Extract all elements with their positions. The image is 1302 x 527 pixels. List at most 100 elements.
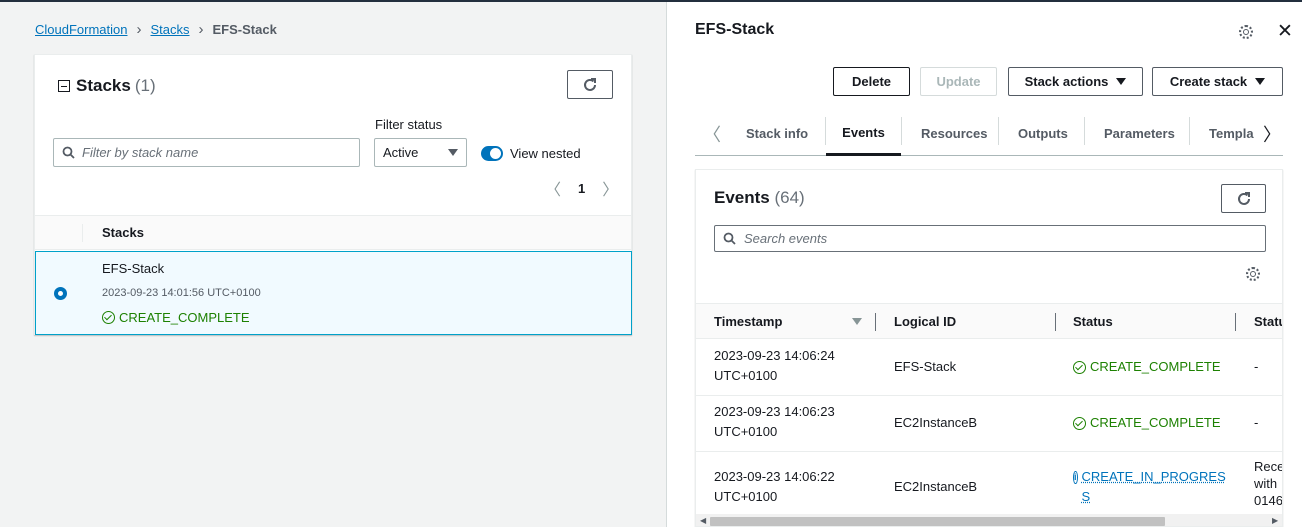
stacks-count: (1) — [134, 76, 156, 95]
stacks-title: Stacks — [76, 76, 131, 95]
delete-label: Delete — [851, 74, 892, 89]
status-reason-column-header[interactable]: Statu — [1254, 314, 1282, 329]
status-line-1: CREATE_IN_PROGRES — [1081, 469, 1226, 484]
event-status-text[interactable]: CREATE_IN_PROGRES S — [1082, 467, 1226, 507]
timestamp-zone: UTC+0100 — [714, 489, 778, 504]
stacks-card: Stacks (1) Filter by stack name Filter s… — [34, 54, 632, 335]
stack-name-filter-input[interactable]: Filter by stack name — [53, 138, 360, 167]
filter-status-select[interactable]: Active — [374, 138, 467, 167]
event-logical-id: EC2InstanceB — [894, 415, 978, 430]
breadcrumb-stacks-link[interactable]: Stacks — [151, 22, 190, 37]
refresh-events-button[interactable] — [1221, 184, 1266, 213]
events-title-text: Events — [714, 188, 770, 207]
scroll-tabs-left-icon[interactable]: 〈 — [703, 121, 721, 147]
close-icon[interactable]: ✕ — [1277, 22, 1293, 41]
filter-placeholder: Filter by stack name — [82, 145, 199, 160]
stack-created-time: 2023-09-23 14:01:56 UTC+0100 — [102, 287, 261, 299]
chevron-right-icon: › — [136, 21, 142, 38]
table-row: 2023-09-23 14:06:22 UTC+0100 EC2Instance… — [696, 452, 1283, 516]
column-divider — [82, 224, 83, 242]
stack-name: EFS-Stack — [102, 261, 165, 276]
reason-line-3: 0146 — [1254, 493, 1283, 508]
check-circle-icon — [1073, 361, 1086, 374]
breadcrumb-cloudformation-link[interactable]: CloudFormation — [35, 22, 128, 37]
check-circle-icon — [1073, 417, 1086, 430]
event-logical-id: EFS-Stack — [894, 359, 957, 374]
view-nested-label: View nested — [510, 146, 581, 161]
create-stack-label: Create stack — [1169, 74, 1248, 89]
stack-row[interactable]: EFS-Stack 2023-09-23 14:01:56 UTC+0100 C… — [35, 251, 632, 335]
timestamp-date: 2023-09-23 14:06:22 — [714, 469, 835, 484]
horizontal-scrollbar[interactable]: ◀ ▶ — [696, 514, 1282, 526]
stacks-list-pane: CloudFormation › Stacks › EFS-Stack Stac… — [0, 2, 666, 527]
event-status-text: CREATE_COMPLETE — [1090, 359, 1221, 374]
current-page[interactable]: 1 — [578, 181, 585, 196]
breadcrumb-current: EFS-Stack — [212, 22, 277, 37]
column-divider[interactable] — [875, 313, 876, 331]
event-status: CREATE_COMPLETE — [1073, 413, 1221, 433]
tab-resources[interactable]: Resources — [921, 111, 987, 155]
search-icon — [62, 146, 75, 159]
search-icon — [723, 232, 736, 245]
tab-template[interactable]: Templa — [1209, 111, 1254, 155]
reason-line-1: Recei — [1254, 459, 1282, 474]
scrollbar-thumb[interactable] — [710, 517, 1165, 526]
next-page-icon[interactable]: 〉 — [602, 176, 618, 200]
tab-outputs[interactable]: Outputs — [1018, 111, 1068, 155]
create-stack-button[interactable]: Create stack — [1152, 67, 1283, 96]
event-status-reason: Recei with 0146 — [1254, 458, 1283, 509]
events-table-header: Timestamp Logical ID Status Statu — [696, 303, 1282, 339]
stacks-header[interactable]: Stacks (1) — [58, 76, 156, 96]
event-status-text: CREATE_COMPLETE — [1090, 415, 1221, 430]
chevron-right-icon: › — [198, 21, 204, 38]
timestamp-date: 2023-09-23 14:06:24 — [714, 348, 835, 363]
event-timestamp: 2023-09-23 14:06:24 UTC+0100 — [714, 346, 835, 386]
event-status: CREATE_COMPLETE — [1073, 357, 1221, 377]
column-divider[interactable] — [1055, 313, 1056, 331]
caret-down-icon — [1255, 78, 1266, 85]
refresh-stacks-button[interactable] — [567, 70, 613, 99]
filter-status-value: Active — [383, 145, 419, 160]
reason-line-2: with — [1254, 476, 1278, 491]
check-circle-icon — [102, 311, 115, 324]
delete-button[interactable]: Delete — [833, 67, 910, 96]
collapse-icon[interactable] — [58, 80, 70, 92]
previous-page-icon[interactable]: 〈 — [545, 176, 561, 200]
filter-status-label: Filter status — [375, 117, 443, 132]
search-events-placeholder: Search events — [744, 231, 828, 246]
detail-tabs: 〈 Stack info Events Resources Outputs Pa… — [695, 111, 1283, 156]
timestamp-column-header[interactable]: Timestamp — [714, 314, 782, 329]
events-card: Events (64) Search events Timestamp Logi… — [695, 169, 1283, 527]
sort-descending-icon[interactable] — [852, 318, 862, 325]
update-button[interactable]: Update — [920, 67, 997, 96]
scroll-tabs-right-icon[interactable]: 〉 — [1263, 121, 1281, 147]
refresh-icon — [584, 77, 596, 91]
event-status-reason: - — [1254, 415, 1259, 430]
logical-id-column-header[interactable]: Logical ID — [894, 314, 956, 329]
event-logical-id: EC2InstanceB — [894, 479, 978, 494]
events-count: (64) — [774, 188, 805, 207]
timestamp-date: 2023-09-23 14:06:23 — [714, 404, 835, 419]
stack-actions-button[interactable]: Stack actions — [1008, 67, 1143, 96]
scroll-left-icon[interactable]: ◀ — [700, 516, 706, 525]
table-row: 2023-09-23 14:06:23 UTC+0100 EC2Instance… — [696, 396, 1282, 452]
timestamp-zone: UTC+0100 — [714, 368, 778, 383]
column-divider[interactable] — [1235, 313, 1236, 331]
tab-parameters[interactable]: Parameters — [1104, 111, 1175, 155]
stacks-column-header: Stacks — [102, 225, 144, 240]
timestamp-zone: UTC+0100 — [714, 424, 778, 439]
event-status: i CREATE_IN_PROGRES S — [1073, 467, 1226, 507]
tab-events[interactable]: Events — [826, 111, 901, 156]
status-column-header[interactable]: Status — [1073, 314, 1113, 329]
gear-icon[interactable] — [1246, 267, 1260, 281]
event-timestamp: 2023-09-23 14:06:22 UTC+0100 — [714, 467, 835, 507]
tab-stack-info[interactable]: Stack info — [746, 111, 808, 155]
gear-icon[interactable] — [1239, 25, 1253, 39]
stack-detail-pane: EFS-Stack ✕ Delete Update Stack actions … — [667, 2, 1302, 527]
tab-divider — [998, 117, 999, 145]
view-nested-toggle[interactable] — [481, 146, 503, 161]
stack-select-radio[interactable] — [54, 287, 67, 300]
refresh-icon — [1237, 191, 1250, 205]
search-events-input[interactable]: Search events — [714, 225, 1266, 252]
scroll-right-icon[interactable]: ▶ — [1272, 516, 1278, 525]
